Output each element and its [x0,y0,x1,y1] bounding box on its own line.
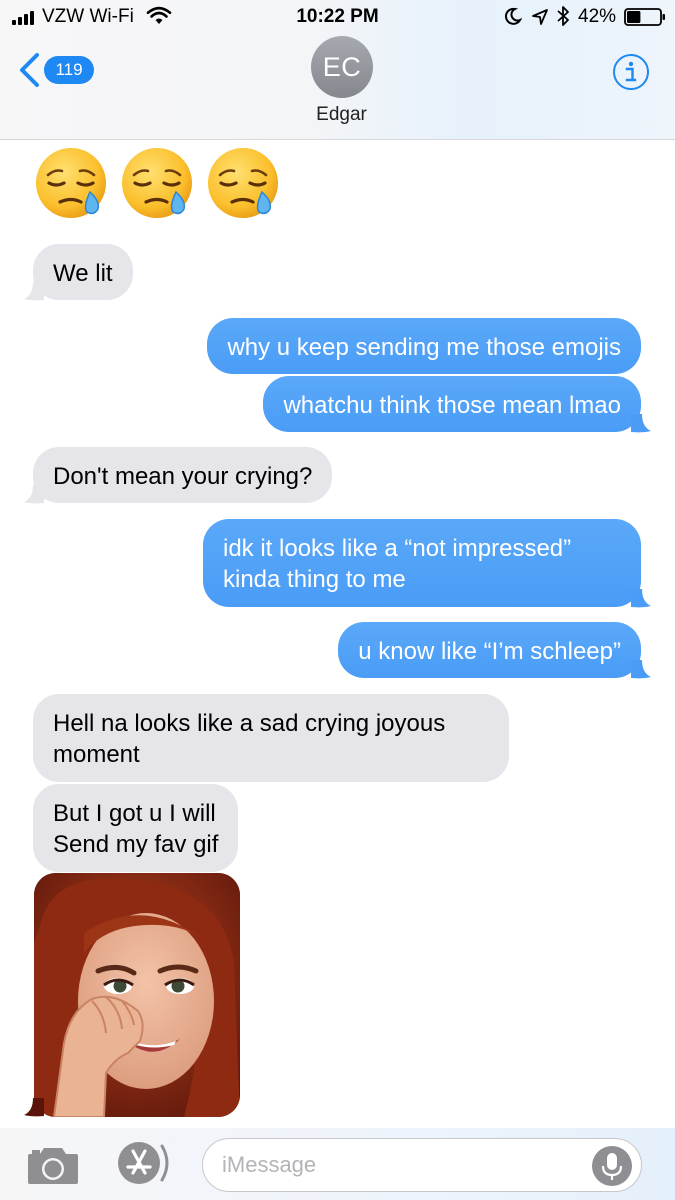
location-icon [532,9,548,25]
sleepy-face-emoji-icon [122,148,192,218]
outgoing-message-bubble[interactable]: whatchu think those mean lmao [263,376,641,432]
gif-message[interactable] [34,873,240,1117]
conversation-header: VZW Wi-Fi 10:22 PM 42% 119 EC Edgar [0,0,675,140]
bubble-tail [24,485,44,504]
camera-icon[interactable] [26,1144,80,1186]
app-store-icon[interactable] [114,1140,172,1186]
outgoing-message-bubble[interactable]: u know like “I’m schleep” [338,622,641,678]
bubble-tail [24,282,44,301]
sleepy-face-emoji-icon [208,148,278,218]
battery-icon [624,8,665,26]
bubble-tail [24,1098,44,1117]
bubble-tail [631,660,651,679]
microphone-icon[interactable] [591,1146,633,1186]
incoming-message-bubble[interactable]: Hell na looks like a sad crying joyous m… [33,694,509,782]
chevron-left-icon [20,53,39,87]
battery-percent: 42% [578,6,617,27]
bubble-tail [631,414,651,433]
bubble-tail [631,589,651,608]
back-button[interactable]: 119 [18,50,94,90]
info-icon[interactable] [612,53,650,91]
bluetooth-icon [557,6,569,26]
unread-count-badge: 119 [44,56,94,84]
incoming-message-bubble[interactable]: Don't mean your crying? [33,447,333,503]
contact-avatar[interactable]: EC [311,36,373,98]
status-bar: VZW Wi-Fi 10:22 PM 42% [0,0,675,34]
compose-bar: iMessage [0,1128,675,1200]
incoming-message-bubble[interactable]: We lit [33,244,133,300]
message-input[interactable]: iMessage [202,1138,642,1192]
incoming-message-bubble[interactable]: But I got u I will Send my fav gif [33,784,239,872]
sleepy-face-emoji-icon [36,148,106,218]
crying-woman-gif-image [34,873,240,1117]
status-time: 10:22 PM [296,6,379,27]
outgoing-message-bubble[interactable]: why u keep sending me those emojis [207,318,641,374]
moon-icon [504,7,522,25]
outgoing-message-bubble[interactable]: idk it looks like a “not impressed” kind… [203,519,641,607]
emoji-message[interactable] [34,146,280,220]
contact-name[interactable]: Edgar [0,104,675,126]
